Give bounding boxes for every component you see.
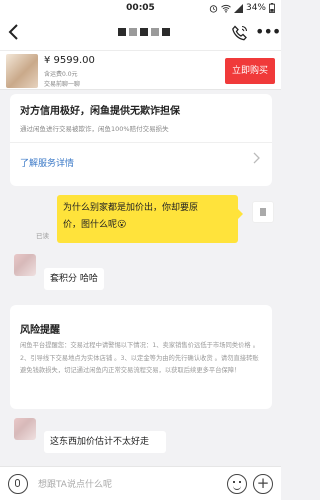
redaction-block	[162, 28, 170, 36]
service-details-link[interactable]: 了解服务详情	[20, 156, 74, 169]
contact-name-redacted	[118, 28, 170, 36]
emoji-icon[interactable]	[227, 474, 247, 494]
product-price: ¥ 9599.00	[44, 55, 95, 66]
back-arrow-icon[interactable]	[8, 22, 28, 44]
chat-header: •••	[0, 16, 281, 50]
guarantee-card: 对方信用极好，闲鱼提供无欺诈担保 通过闲鱼进行交易被欺诈，闲鱼100%赔付交易损…	[10, 94, 272, 186]
redaction-block	[129, 28, 137, 36]
more-dots-icon[interactable]: •••	[255, 22, 281, 42]
chevron-right-icon[interactable]	[252, 152, 260, 168]
wifi-icon	[221, 4, 231, 13]
message-line: 为什么别家都是加价出，你却要原	[63, 203, 199, 213]
contact-message-bubble[interactable]: 这东西加价估计不太好走	[44, 431, 166, 453]
contact-avatar[interactable]	[14, 418, 36, 440]
risk-warning-card: 风险提醒 闲鱼平台提醒您：交易过程中请警惕以下情况：1、卖家销售价远低于市场同类…	[10, 305, 272, 409]
avatar-glyph	[260, 208, 266, 216]
plus-icon[interactable]: +	[253, 474, 273, 494]
read-status: 已读	[36, 232, 49, 240]
message-input[interactable]: 想跟TA说点什么呢	[38, 477, 112, 490]
bubble-tail	[238, 209, 243, 219]
battery-icon	[269, 3, 275, 13]
status-icons: 34%	[209, 3, 275, 13]
guarantee-title: 对方信用极好，闲鱼提供无欺诈担保	[20, 106, 180, 117]
redaction-block	[118, 28, 126, 36]
transaction-step: 交易前聊一聊	[44, 81, 81, 88]
message-line: 价，图什么呢😮	[63, 220, 127, 230]
contact-message-bubble[interactable]: 套积分 哈哈	[44, 268, 104, 290]
shipping-fee: 含运费0.0元	[44, 71, 78, 78]
guarantee-description: 通过闲鱼进行交易被欺诈，闲鱼100%赔付交易损失	[20, 125, 169, 133]
my-message-bubble[interactable]: 为什么别家都是加价出，你却要原 价，图什么呢😮	[57, 195, 238, 243]
alarm-icon	[209, 4, 218, 13]
risk-title: 风险提醒	[20, 325, 60, 336]
redaction-block	[140, 28, 148, 36]
status-bar: 00:05 34%	[0, 0, 281, 16]
phone-icon[interactable]	[231, 24, 249, 42]
battery-label: 34%	[245, 3, 266, 13]
my-avatar[interactable]	[252, 201, 274, 223]
contact-avatar[interactable]	[14, 254, 36, 276]
input-bar: 想跟TA说点什么呢 +	[0, 466, 281, 500]
product-thumbnail[interactable]	[6, 54, 38, 88]
risk-body: 闲鱼平台提醒您：交易过程中请警惕以下情况：1、卖家销售价远低于市场同类价格 。2…	[20, 342, 259, 374]
microphone-icon[interactable]	[8, 474, 28, 494]
mic-glyph	[15, 479, 20, 487]
product-bar[interactable]: ¥ 9599.00 含运费0.0元 交易前聊一聊 立即购买	[0, 50, 281, 90]
divider	[10, 142, 272, 143]
buy-now-button[interactable]: 立即购买	[225, 58, 275, 84]
redaction-block	[151, 28, 159, 36]
signal-icon	[233, 3, 243, 13]
